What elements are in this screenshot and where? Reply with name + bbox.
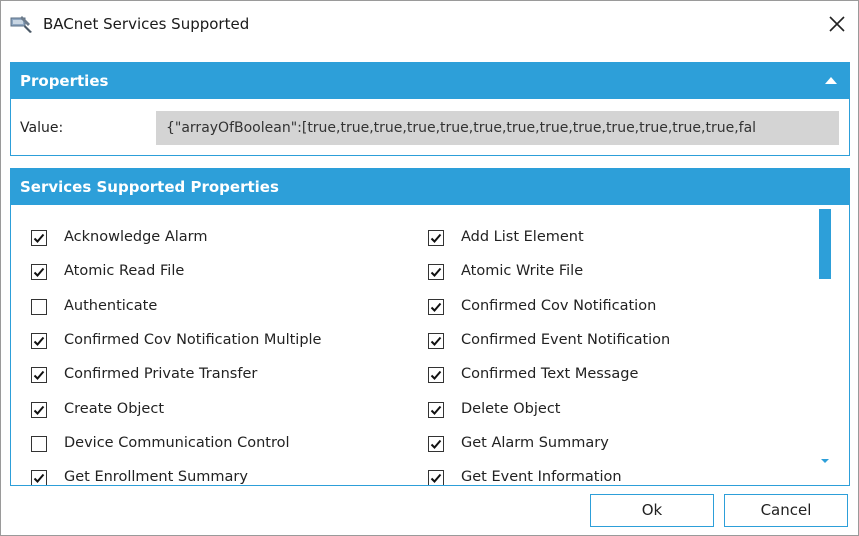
checkbox-checked-icon[interactable] xyxy=(428,298,444,315)
service-label: Confirmed Cov Notification xyxy=(461,297,657,314)
properties-header[interactable]: Properties xyxy=(11,63,849,99)
service-label: Confirmed Event Notification xyxy=(461,331,671,348)
collapse-up-icon[interactable] xyxy=(825,77,837,84)
scrollbar-thumb[interactable] xyxy=(819,209,831,279)
service-label: Get Enrollment Summary xyxy=(64,469,248,485)
service-label: Get Event Information xyxy=(461,469,622,485)
window-title: BACnet Services Supported xyxy=(43,15,250,33)
scroll-up-icon[interactable] xyxy=(821,190,829,194)
service-label: Get Alarm Summary xyxy=(461,434,609,451)
ok-button[interactable]: Ok xyxy=(590,494,714,527)
checkbox-checked-icon[interactable] xyxy=(428,401,444,418)
checkbox-checked-icon[interactable] xyxy=(428,332,444,349)
properties-panel: Properties Value: {"arrayOfBoolean":[tru… xyxy=(10,62,850,156)
services-header: Services Supported Properties xyxy=(11,169,849,205)
service-label: Authenticate xyxy=(64,297,158,314)
checkbox-checked-icon[interactable] xyxy=(428,470,444,485)
close-icon[interactable] xyxy=(826,13,848,35)
service-label: Add List Element xyxy=(461,229,584,245)
service-label: Device Communication Control xyxy=(64,434,290,451)
services-list: Acknowledge Alarm Atomic Read File Authent… xyxy=(11,205,849,485)
service-label: Acknowledge Alarm xyxy=(64,229,208,245)
value-label: Value: xyxy=(20,120,64,136)
checkbox-checked-icon[interactable] xyxy=(31,401,47,418)
dialog-window: BACnet Services Supported Properties Val… xyxy=(0,0,859,536)
cancel-button[interactable]: Cancel xyxy=(724,494,848,527)
checkbox-checked-icon[interactable] xyxy=(428,230,444,246)
service-label: Create Object xyxy=(64,400,165,417)
checkbox-checked-icon[interactable] xyxy=(31,367,47,384)
service-label: Confirmed Text Message xyxy=(461,366,639,383)
checkbox-unchecked-icon[interactable] xyxy=(31,298,47,315)
service-label: Confirmed Cov Notification Multiple xyxy=(64,331,322,348)
service-label: Atomic Write File xyxy=(461,263,584,280)
bacnet-tool-icon xyxy=(10,16,32,33)
service-label: Atomic Read File xyxy=(64,263,185,280)
checkbox-checked-icon[interactable] xyxy=(31,470,47,485)
checkbox-unchecked-icon[interactable] xyxy=(31,435,47,452)
checkbox-checked-icon[interactable] xyxy=(31,332,47,349)
checkbox-checked-icon[interactable] xyxy=(428,435,444,452)
properties-header-label: Properties xyxy=(20,72,109,90)
checkbox-checked-icon[interactable] xyxy=(428,264,444,281)
scroll-down-icon[interactable] xyxy=(821,459,829,463)
checkbox-checked-icon[interactable] xyxy=(31,264,47,281)
service-label: Confirmed Private Transfer xyxy=(64,366,258,383)
service-label: Delete Object xyxy=(461,400,561,417)
checkbox-checked-icon[interactable] xyxy=(428,367,444,384)
title-bar: BACnet Services Supported xyxy=(1,1,858,51)
value-field[interactable]: {"arrayOfBoolean":[true,true,true,true,t… xyxy=(156,111,839,145)
services-header-label: Services Supported Properties xyxy=(20,178,279,196)
checkbox-checked-icon[interactable] xyxy=(31,230,47,246)
services-panel: Services Supported Properties Acknowledg… xyxy=(10,168,850,486)
